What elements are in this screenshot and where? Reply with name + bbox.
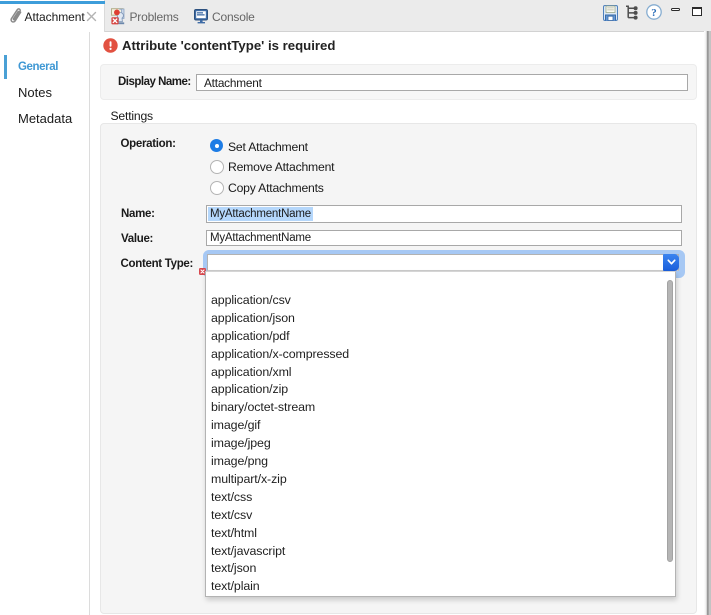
svg-text:?: ? <box>651 7 657 19</box>
